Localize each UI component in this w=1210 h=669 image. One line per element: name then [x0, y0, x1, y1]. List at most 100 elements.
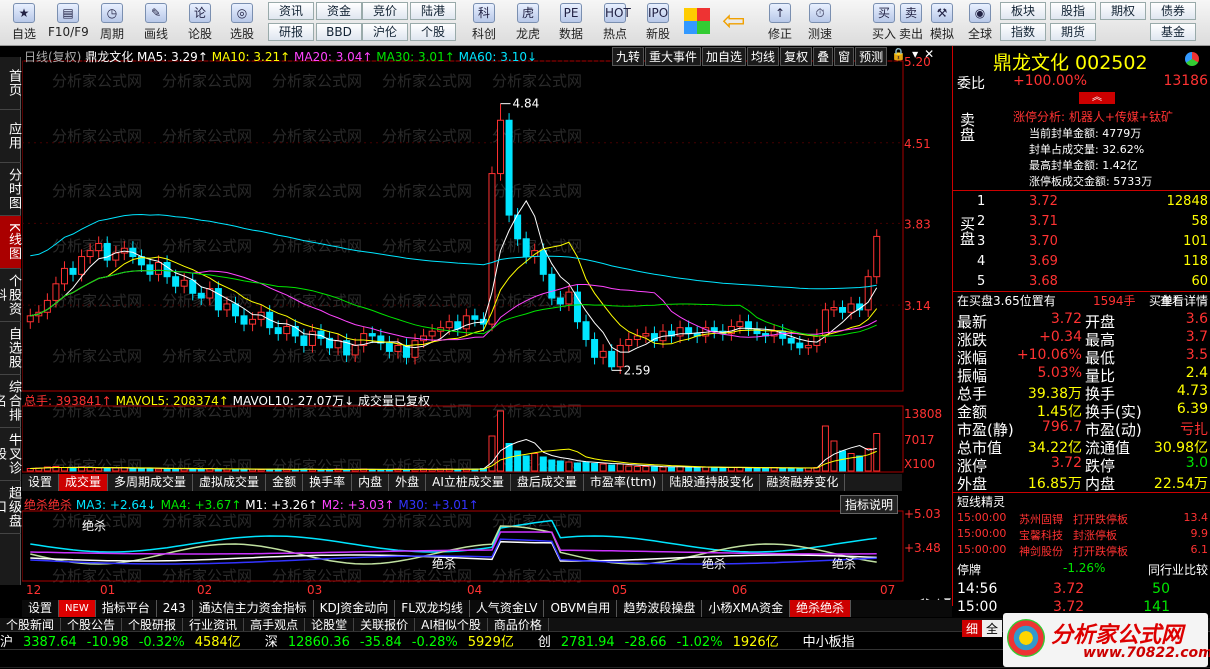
toolbar-small-top-2[interactable]: 竞价: [362, 2, 408, 20]
side-tab-8[interactable]: 超级盘口: [0, 481, 21, 534]
compare-button[interactable]: 同行业比较: [1148, 561, 1208, 578]
news-tab-1[interactable]: 个股公告: [61, 618, 123, 632]
bottom-tab-10[interactable]: 小杨XMA资金: [702, 600, 791, 617]
toolbar-small-bot-1[interactable]: BBD: [316, 23, 362, 41]
queue-detail-link[interactable]: 查看详情: [1160, 292, 1208, 309]
kline-chart[interactable]: 分析家公式网 分析家公式网 分析家公式网 分析家公式网 分析家公式网分析家公式网 分析家公…: [22, 46, 952, 606]
bottom-tab-4[interactable]: 通达信主力资金指标: [193, 600, 314, 617]
news-tab-4[interactable]: 高手观点: [244, 618, 306, 632]
chart-tool-7[interactable]: 预测: [855, 47, 888, 66]
toolbar-small-top-5[interactable]: 股指: [1050, 2, 1096, 20]
toolbar-small-bot-5[interactable]: 期货: [1050, 23, 1096, 41]
toolbar-small-top-7[interactable]: 债券: [1150, 2, 1196, 20]
toolbar-small-bot-6[interactable]: 基金: [1150, 23, 1196, 41]
chart-tool-3[interactable]: 均线: [747, 47, 780, 66]
indicator-tab-6[interactable]: 内盘: [352, 474, 390, 491]
indicator-tab-2[interactable]: 多周期成交量: [108, 474, 194, 491]
chart-tool-1[interactable]: 重大事件: [645, 47, 702, 66]
side-tab-0[interactable]: 首页: [0, 57, 21, 110]
chart-area[interactable]: 分析家公式网 分析家公式网 分析家公式网 分析家公式网 分析家公式网 分析家公式网 分析家公…: [22, 46, 952, 606]
all-button[interactable]: 全: [982, 620, 1003, 637]
toolbar-small-bot-3[interactable]: 个股: [410, 23, 456, 41]
news-tab-8[interactable]: 商品价格: [488, 618, 549, 632]
chart-tool-0[interactable]: 九转: [612, 47, 645, 66]
bottom-tab-9[interactable]: 趋势波段操盘: [617, 600, 703, 617]
side-tab-2[interactable]: 分时图: [0, 163, 21, 216]
bottom-tab-0[interactable]: 设置: [22, 600, 60, 617]
bottom-tab-1[interactable]: NEW: [59, 600, 96, 617]
toolbar-button-8[interactable]: PE 数据: [551, 2, 591, 44]
toolbar-small-top-3[interactable]: 陆港: [410, 2, 456, 20]
indicator-tab-12[interactable]: 融资融券变化: [760, 474, 846, 491]
indicator-tab-7[interactable]: 外盘: [389, 474, 427, 491]
close-icon[interactable]: ✕: [921, 47, 937, 66]
side-tab-3[interactable]: K线图: [0, 216, 21, 269]
toolbar-button-1[interactable]: ▤ F10/F9: [48, 2, 89, 44]
news-tab-0[interactable]: 个股新闻: [0, 618, 62, 632]
toolbar-button-6[interactable]: 科科创: [464, 2, 504, 44]
toolbar-button-15[interactable]: ⚒ 模拟: [922, 2, 962, 44]
indicator-tab-3[interactable]: 虚拟成交量: [193, 474, 267, 491]
color-grid-icon[interactable]: [684, 8, 710, 34]
index-cy[interactable]: 创 2781.94 -28.66 -1.02% 1926亿: [538, 631, 789, 650]
indicator-tab-11[interactable]: 陆股通持股变化: [663, 474, 761, 491]
toolbar-button-12[interactable]: ⏱ 测速: [800, 2, 840, 44]
indicator-tab-1[interactable]: 成交量: [59, 474, 109, 491]
news-tab-2[interactable]: 个股研报: [122, 618, 184, 632]
indicator-tab-4[interactable]: 金额: [266, 474, 304, 491]
bottom-tab-3[interactable]: 243: [157, 600, 193, 617]
toolbar-small-top-4[interactable]: 板块: [1000, 2, 1046, 20]
toolbar-button-2[interactable]: ◷ 周期: [92, 2, 132, 44]
index-sz[interactable]: 深 12860.36 -35.84 -0.28% 5929亿: [265, 631, 524, 650]
indicator-tab-0[interactable]: 设置: [22, 474, 60, 491]
index-zx[interactable]: 中小板指: [803, 631, 855, 650]
toolbar-small-bot-0[interactable]: 研报: [268, 23, 314, 41]
dropdown-icon[interactable]: ▾: [909, 47, 921, 66]
lock-icon[interactable]: 🔒: [888, 47, 909, 66]
globe-icon[interactable]: [1185, 52, 1199, 66]
news-tab-6[interactable]: 关联报价: [354, 618, 416, 632]
chart-tool-5[interactable]: 叠: [813, 47, 834, 66]
toolbar-button-5[interactable]: ◎ 选股: [222, 2, 262, 44]
side-tab-5[interactable]: 自选股: [0, 322, 21, 375]
indicator-tab-8[interactable]: AI立桩成交量: [426, 474, 511, 491]
chart-tool-6[interactable]: 窗: [834, 47, 855, 66]
side-tab-6[interactable]: 综合排名: [0, 375, 21, 428]
toolbar-button-16[interactable]: ◉ 全球: [960, 2, 1000, 44]
indicator-help-button[interactable]: 指标说明: [840, 495, 899, 514]
indicator-tab-9[interactable]: 盘后成交量: [511, 474, 584, 491]
toolbar-small-bot-4[interactable]: 指数: [1000, 23, 1046, 41]
expand-chevron-icon[interactable]: ︽: [1079, 92, 1115, 104]
bottom-tab-2[interactable]: 指标平台: [96, 600, 157, 617]
back-arrow-icon[interactable]: ⇦: [722, 6, 745, 36]
detail-button[interactable]: 细: [962, 620, 983, 637]
bottom-tab-5[interactable]: KDJ资金动向: [314, 600, 396, 617]
bottom-tab-8[interactable]: OBVM自用: [544, 600, 618, 617]
indicator-tab-5[interactable]: 换手率: [303, 474, 353, 491]
chart-tool-2[interactable]: 加自选: [702, 47, 747, 66]
toolbar-button-11[interactable]: ↑ 修正: [760, 2, 800, 44]
side-tab-1[interactable]: 应用: [0, 110, 21, 163]
side-tab-4[interactable]: 个股资料: [0, 269, 21, 322]
indicator-tab-10[interactable]: 市盈率(ttm): [584, 474, 664, 491]
toolbar-button-7[interactable]: 虎龙虎: [508, 2, 548, 44]
toolbar-button-9[interactable]: HOT 热点: [595, 2, 635, 44]
bottom-tab-11[interactable]: 绝杀绝杀: [790, 600, 852, 617]
news-tab-7[interactable]: AI相似个股: [415, 618, 488, 632]
chart-tool-4[interactable]: 复权: [780, 47, 813, 66]
toolbar-button-4[interactable]: 论论股: [180, 2, 220, 44]
side-tab-7[interactable]: 牛叉诊股: [0, 428, 21, 481]
toolbar-small-top-6[interactable]: 期权: [1100, 2, 1146, 20]
watermark-text: 分析家公式网: [52, 182, 142, 200]
toolbar-small-bot-2[interactable]: 沪伦: [362, 23, 408, 41]
toolbar-button-3[interactable]: ✎ 画线: [136, 2, 176, 44]
toolbar-small-top-0[interactable]: 资讯: [268, 2, 314, 20]
bottom-tab-7[interactable]: 人气资金LV: [470, 600, 545, 617]
news-tab-5[interactable]: 论股堂: [305, 618, 355, 632]
index-sh[interactable]: 沪 3387.64 -10.98 -0.32% 4584亿: [0, 631, 251, 650]
toolbar-button-10[interactable]: IPO 新股: [638, 2, 678, 44]
bottom-tab-6[interactable]: FL双龙均线: [395, 600, 470, 617]
toolbar-small-top-1[interactable]: 资金: [316, 2, 362, 20]
toolbar-button-0[interactable]: ★ 自选: [4, 2, 44, 44]
news-tab-3[interactable]: 行业资讯: [183, 618, 245, 632]
